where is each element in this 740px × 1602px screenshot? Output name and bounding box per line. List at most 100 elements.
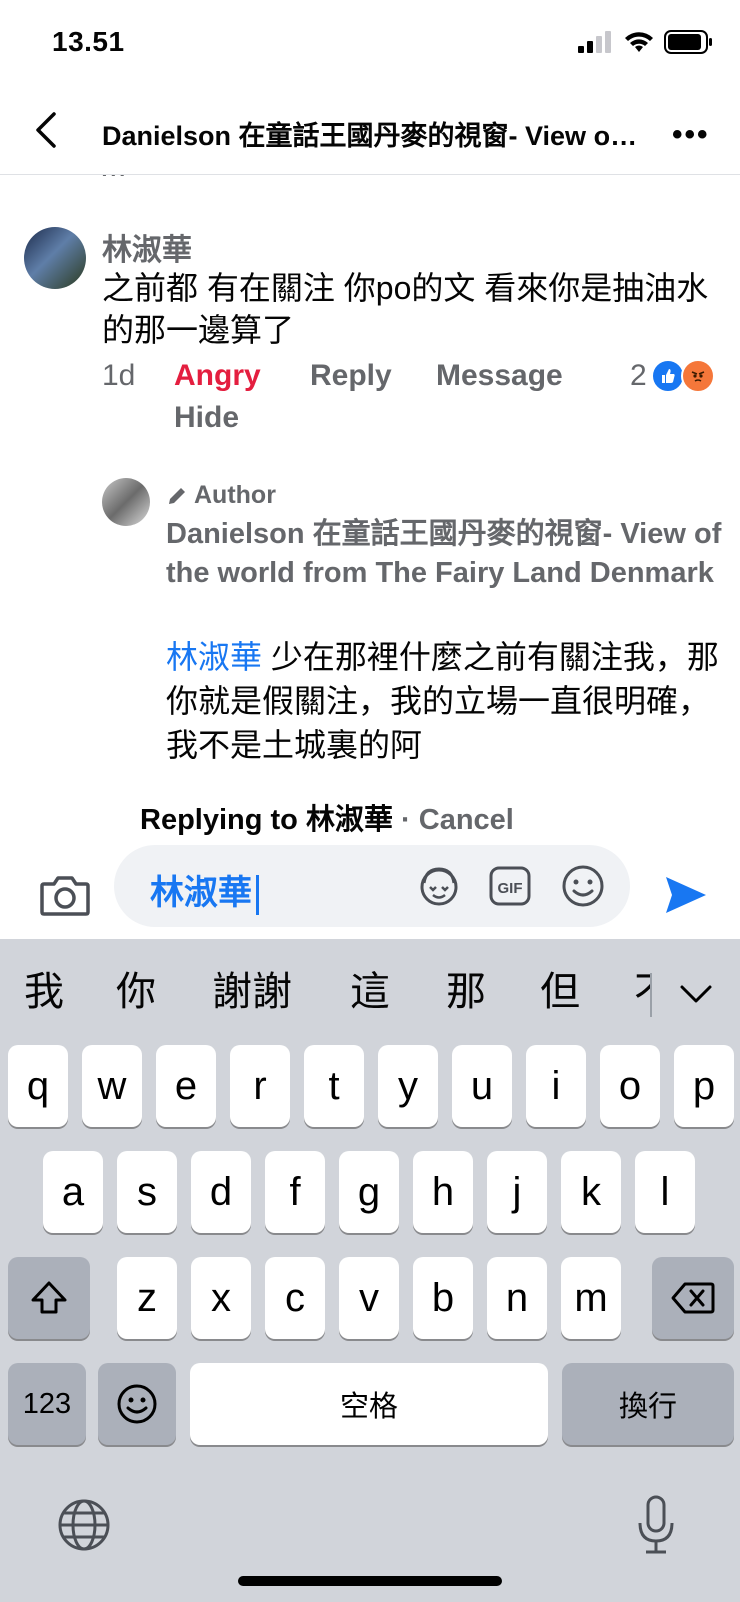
key-a[interactable]: a [43, 1151, 103, 1233]
more-options-button[interactable]: ••• [672, 118, 710, 152]
reaction-button[interactable]: Angry [174, 359, 261, 393]
return-key[interactable]: 換行 [562, 1363, 734, 1445]
suggestion-item[interactable]: 我 [24, 959, 64, 1017]
onscreen-keyboard: 我 你 謝謝 這 那 但 不 q w e r t y u i o p a s d… [0, 939, 740, 1602]
collapse-suggestions-button[interactable] [676, 973, 716, 1013]
avatar[interactable] [102, 478, 150, 526]
key-e[interactable]: e [156, 1045, 216, 1127]
suggestion-item[interactable]: 不 [634, 959, 650, 1017]
comment-text: 林淑華 少在那裡什麼之前有關注我，那你就是假關注，我的立場一直很明確，我不是土城… [166, 635, 726, 767]
emoji-button[interactable] [560, 863, 606, 909]
smiley-icon [562, 865, 604, 907]
send-button[interactable] [662, 871, 710, 919]
dictation-button[interactable] [636, 1495, 676, 1555]
key-n[interactable]: n [487, 1257, 547, 1339]
gif-icon: GIF [489, 866, 531, 906]
microphone-icon [638, 1495, 674, 1554]
key-g[interactable]: g [339, 1151, 399, 1233]
shift-key[interactable] [8, 1257, 90, 1339]
reply-composer: Replying to 林淑華 · Cancel 林淑華 GIF [0, 776, 740, 939]
comment-input-value[interactable]: 林淑華 [150, 865, 259, 916]
comment-text: 之前都 有在關注 你po的文 看來你是抽油水的那一邊算了 [102, 270, 709, 348]
signal-icon [578, 31, 611, 53]
camera-button[interactable] [40, 874, 90, 916]
wifi-icon [625, 32, 653, 52]
key-u[interactable]: u [452, 1045, 512, 1127]
key-x[interactable]: x [191, 1257, 251, 1339]
camera-icon [40, 876, 90, 916]
key-c[interactable]: c [265, 1257, 325, 1339]
author-badge: Author [166, 481, 276, 510]
back-button[interactable] [28, 108, 68, 152]
angry-face-icon [680, 359, 715, 393]
gif-button[interactable]: GIF [488, 863, 532, 909]
key-r[interactable]: r [230, 1045, 290, 1127]
message-button[interactable]: Message [436, 359, 563, 393]
key-v[interactable]: v [339, 1257, 399, 1339]
status-time: 13.51 [52, 26, 125, 57]
battery-icon [664, 30, 712, 54]
key-h[interactable]: h [413, 1151, 473, 1233]
key-s[interactable]: s [117, 1151, 177, 1233]
avatar-sticker-icon [420, 867, 458, 906]
svg-text:GIF: GIF [498, 880, 523, 897]
truncated-text: ... [100, 175, 127, 184]
comment-timestamp[interactable]: 1d [102, 359, 135, 393]
page-title: Danielson 在童話王國丹麥的視窗- View of the world … [102, 121, 642, 151]
reaction-summary[interactable]: 2 [630, 359, 715, 393]
key-b[interactable]: b [413, 1257, 473, 1339]
key-j[interactable]: j [487, 1151, 547, 1233]
pencil-icon [169, 487, 185, 504]
separator: · [392, 804, 419, 836]
suggestion-item[interactable]: 你 [116, 959, 156, 1017]
key-l[interactable]: l [635, 1151, 695, 1233]
divider [650, 973, 652, 1017]
avatar-sticker-button[interactable] [416, 863, 462, 909]
suggestion-item[interactable]: 這 [350, 959, 390, 1017]
globe-button[interactable] [56, 1497, 112, 1553]
globe-icon [58, 1499, 110, 1551]
status-icons [578, 30, 714, 54]
chevron-down-icon [680, 985, 712, 1003]
replying-name: 林淑華 [305, 804, 393, 836]
cancel-reply-button[interactable]: Cancel [419, 804, 514, 836]
avatar[interactable] [24, 227, 86, 289]
key-z[interactable]: z [117, 1257, 177, 1339]
suggestion-item[interactable]: 謝謝 [212, 959, 292, 1017]
comment-author-name[interactable]: 林淑華 [102, 225, 192, 269]
emoji-key[interactable] [98, 1363, 176, 1445]
send-icon [666, 877, 706, 913]
header-bar: Danielson 在童話王國丹麥的視窗- View of the world … [0, 88, 740, 175]
suggestion-item[interactable]: 但 [540, 959, 580, 1017]
key-f[interactable]: f [265, 1151, 325, 1233]
suggestion-bar: 我 你 謝謝 這 那 但 不 [0, 959, 740, 1019]
key-d[interactable]: d [191, 1151, 251, 1233]
key-m[interactable]: m [561, 1257, 621, 1339]
key-y[interactable]: y [378, 1045, 438, 1127]
mention-link[interactable]: 林淑華 [166, 639, 262, 675]
comment-input[interactable]: 林淑華 GIF [114, 845, 630, 927]
chevron-left-icon [36, 112, 56, 148]
key-p[interactable]: p [674, 1045, 734, 1127]
home-indicator [238, 1576, 502, 1586]
backspace-icon [671, 1282, 715, 1314]
key-i[interactable]: i [526, 1045, 586, 1127]
author-badge-label: Author [194, 481, 276, 509]
backspace-key[interactable] [652, 1257, 734, 1339]
space-key[interactable]: 空格 [190, 1363, 548, 1445]
comments-thread: ... 林淑華 之前都 有在關注 你po的文 看來你是抽油水的那一邊算了 1d … [0, 175, 740, 775]
reply-button[interactable]: Reply [310, 359, 392, 393]
smiley-icon [117, 1384, 157, 1424]
shift-arrow-icon [31, 1281, 67, 1314]
key-q[interactable]: q [8, 1045, 68, 1127]
key-k[interactable]: k [561, 1151, 621, 1233]
key-w[interactable]: w [82, 1045, 142, 1127]
comment-author-name[interactable]: Danielson 在童話王國丹麥的視窗- View of the world … [166, 515, 726, 593]
key-o[interactable]: o [600, 1045, 660, 1127]
hide-button[interactable]: Hide [174, 401, 239, 435]
numbers-key[interactable]: 123 [8, 1363, 86, 1445]
suggestion-item[interactable]: 那 [446, 959, 486, 1017]
key-t[interactable]: t [304, 1045, 364, 1127]
replying-prefix: Replying to [140, 804, 306, 836]
text-caret [256, 875, 259, 916]
